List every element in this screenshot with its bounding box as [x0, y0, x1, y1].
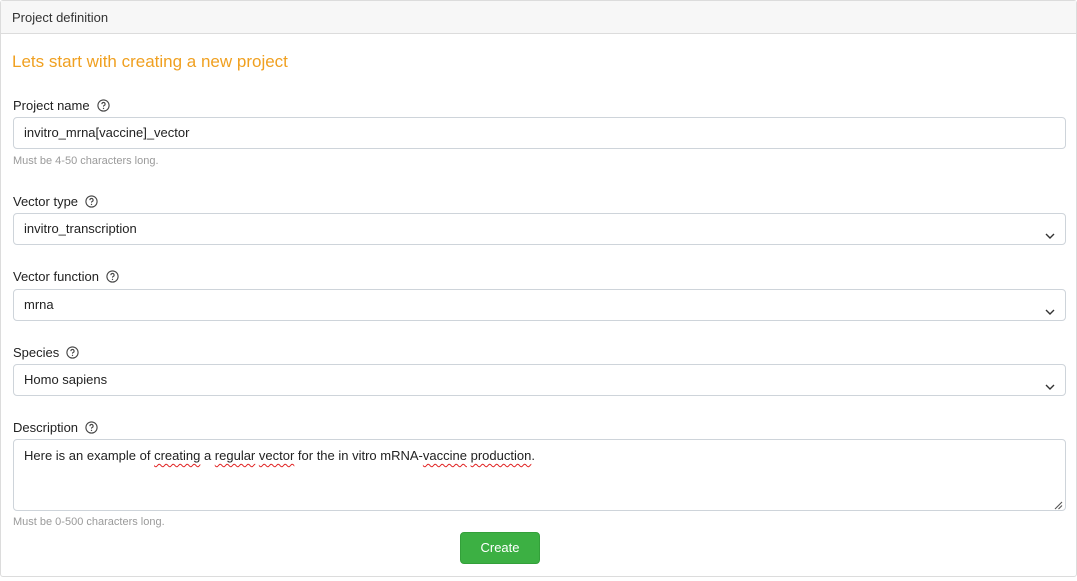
description-hint: Must be 0-500 characters long. [13, 516, 165, 528]
description-text-part: . [531, 448, 535, 463]
help-circle-icon[interactable] [85, 420, 98, 434]
chevron-down-icon [1044, 374, 1056, 390]
description-label: Description [13, 419, 98, 435]
project-name-label: Project name [13, 97, 110, 113]
help-circle-icon[interactable] [96, 98, 110, 112]
description-label-text: Description [13, 419, 79, 435]
description-text-part: Here is an example of [24, 448, 155, 463]
resize-handle-icon[interactable] [1053, 498, 1063, 510]
vector-function-select[interactable]: mrna [13, 289, 1066, 321]
create-button[interactable]: Create [460, 532, 540, 564]
species-value: Homo sapiens [24, 372, 108, 387]
project-name-hint: Must be 4-50 characters long. [13, 155, 159, 167]
project-name-label-text: Project name [13, 97, 90, 113]
chevron-down-icon [1044, 223, 1056, 239]
help-circle-icon[interactable] [106, 269, 119, 283]
vector-function-label: Vector function [13, 268, 119, 284]
description-text-part: a [200, 448, 215, 463]
project-definition-card: Project definition Lets start with creat… [0, 0, 1077, 577]
card-header: Project definition [1, 1, 1076, 34]
description-misspelled-word: vaccine [422, 448, 467, 463]
vector-function-label-text: Vector function [13, 268, 99, 284]
description-misspelled-word: production [470, 448, 532, 463]
description-text-part: for the in vitro mRNA- [294, 448, 423, 463]
description-misspelled-word: vector [258, 448, 295, 463]
description-misspelled-word: creating [154, 448, 201, 463]
vector-function-value: mrna [24, 297, 54, 312]
vector-type-select[interactable]: invitro_transcription [13, 213, 1066, 245]
species-label: Species [13, 344, 79, 360]
description-textarea[interactable]: Here is an example of creating a regular… [13, 439, 1066, 511]
vector-type-value: invitro_transcription [24, 221, 137, 236]
project-name-input[interactable]: invitro_mrna[vaccine]_vector [13, 117, 1066, 149]
species-select[interactable]: Homo sapiens [13, 364, 1066, 396]
page-heading: Lets start with creating a new project [12, 52, 288, 71]
help-circle-icon[interactable] [66, 345, 79, 359]
chevron-down-icon [1044, 299, 1056, 315]
vector-type-label: Vector type [13, 193, 98, 209]
description-misspelled-word: regular [214, 448, 256, 463]
vector-type-label-text: Vector type [13, 193, 79, 209]
species-label-text: Species [13, 344, 60, 360]
help-circle-icon[interactable] [85, 194, 98, 208]
